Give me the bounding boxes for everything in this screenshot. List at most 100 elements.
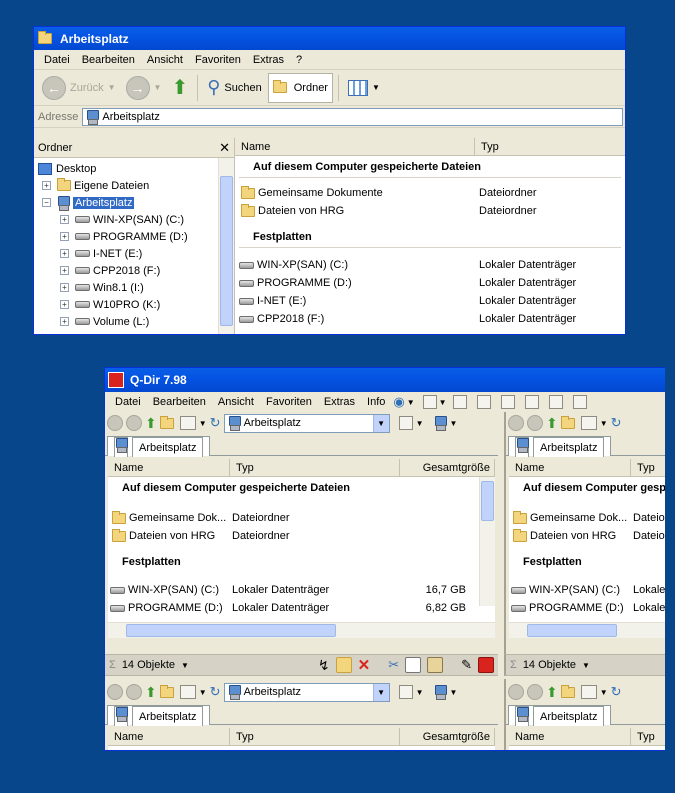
menu-datei[interactable]: Datei	[38, 54, 76, 66]
list-item[interactable]: Dateien von HRG Dateiordner	[235, 202, 625, 220]
column-name[interactable]: Name	[509, 728, 631, 745]
qdir-titlebar[interactable]: Q-Dir 7.98	[105, 368, 665, 392]
menu-extras[interactable]: Extras	[318, 396, 361, 408]
folder-up-icon[interactable]: ⬆	[145, 684, 157, 701]
computer-icon[interactable]	[434, 685, 448, 700]
forward-button[interactable]: → ▼	[122, 73, 166, 103]
layout-grid-icon[interactable]	[422, 395, 437, 409]
list-item[interactable]: WIN-XP(SAN) (C:) Lokaler Datenträger 16,7 …	[108, 581, 495, 599]
forward-icon[interactable]	[126, 684, 142, 700]
folder-up-icon[interactable]: ⬆	[145, 415, 157, 432]
scrollbar-thumb[interactable]	[220, 176, 233, 326]
menu-info[interactable]: Info	[361, 396, 391, 408]
back-button[interactable]: ← Zurück ▼	[38, 73, 120, 103]
collapse-icon[interactable]: −	[42, 198, 51, 207]
chevron-down-icon[interactable]: ▼	[407, 398, 415, 407]
paste-icon[interactable]	[427, 657, 444, 673]
refresh-icon[interactable]: ↻	[611, 415, 622, 431]
views-icon[interactable]	[580, 416, 597, 430]
column-size[interactable]: Gesamtgröße	[400, 459, 495, 476]
close-icon[interactable]: ✕	[219, 140, 230, 156]
tree-item-drive-d[interactable]: + PROGRAMME (D:)	[38, 228, 234, 245]
list-item[interactable]: Gemeinsame Dok... Dateiordner	[108, 509, 495, 527]
tab-arbeitsplatz[interactable]: Arbeitsplatz	[508, 436, 612, 457]
tree-scrollbar[interactable]	[218, 158, 234, 334]
expand-icon[interactable]: +	[60, 249, 69, 258]
list-item[interactable]: PROGRAMME (D:) Lokaler Datenträger	[235, 274, 625, 292]
list-item[interactable]: Dateien von HRG Dateio	[509, 527, 665, 545]
expand-icon[interactable]: +	[42, 181, 51, 190]
chevron-down-icon[interactable]: ▼	[600, 419, 608, 428]
mail-icon[interactable]	[335, 657, 352, 673]
layout-icon[interactable]	[524, 395, 539, 409]
tree-item-drive-e[interactable]: + I-NET (E:)	[38, 245, 234, 262]
tree-item-drive-l[interactable]: + Volume (L:)	[38, 313, 234, 330]
rename-icon[interactable]: ✎	[461, 657, 472, 673]
expand-icon[interactable]: +	[60, 266, 69, 275]
list-item[interactable]: WIN-XP(SAN) (C:) Lokaler Datenträger	[235, 256, 625, 274]
scrollbar-thumb[interactable]	[481, 481, 494, 521]
tree-item-drive-k[interactable]: + W10PRO (K:)	[38, 296, 234, 313]
views-button[interactable]: ▼	[344, 73, 384, 103]
list-item[interactable]: CPP2018 (F:) Lokaler Datenträger	[235, 310, 625, 328]
list-item[interactable]: I-NET (E:) Lokaler Datenträger	[235, 292, 625, 310]
up-button[interactable]: ⬆	[167, 73, 192, 103]
cut-icon[interactable]: ✂	[388, 657, 399, 673]
menu-bearbeiten[interactable]: Bearbeiten	[147, 396, 212, 408]
folder-up-icon[interactable]: ⬆	[546, 684, 558, 701]
column-name[interactable]: Name	[235, 138, 475, 155]
column-name[interactable]: Name	[108, 728, 230, 745]
chevron-down-icon[interactable]: ▼	[416, 688, 424, 697]
layout-icon[interactable]	[500, 395, 515, 409]
views-icon[interactable]	[179, 685, 196, 699]
menu-datei[interactable]: Datei	[109, 396, 147, 408]
chevron-down-icon[interactable]: ▼	[416, 419, 424, 428]
column-typ[interactable]: Typ	[631, 728, 665, 745]
horizontal-scrollbar[interactable]	[108, 622, 495, 638]
expand-icon[interactable]: +	[60, 215, 69, 224]
expand-icon[interactable]: +	[60, 283, 69, 292]
menu-ansicht[interactable]: Ansicht	[212, 396, 260, 408]
chevron-down-icon[interactable]: ▼	[449, 419, 457, 428]
back-icon[interactable]	[107, 415, 123, 431]
explorer-titlebar[interactable]: Arbeitsplatz	[34, 27, 625, 50]
views-icon[interactable]	[580, 685, 597, 699]
column-typ[interactable]: Typ	[230, 459, 400, 476]
menu-favoriten[interactable]: Favoriten	[260, 396, 318, 408]
expand-icon[interactable]: +	[60, 232, 69, 241]
expand-icon[interactable]: +	[60, 317, 69, 326]
delete-icon[interactable]: ✕	[358, 656, 371, 674]
folder-up-icon[interactable]: ⬆	[546, 415, 558, 432]
address-input[interactable]: Arbeitsplatz	[82, 107, 623, 126]
chevron-down-icon[interactable]: ▼	[372, 414, 389, 432]
menu-extras[interactable]: Extras	[247, 54, 290, 66]
back-icon[interactable]	[107, 684, 123, 700]
menu-ansicht[interactable]: Ansicht	[141, 54, 189, 66]
list-item[interactable]: PROGRAMME (D:) Lokaler Datenträger 6,82 GB	[108, 599, 495, 617]
tab-arbeitsplatz[interactable]: Arbeitsplatz	[107, 436, 211, 457]
search-button[interactable]: ⚲ Suchen	[203, 73, 266, 103]
back-icon[interactable]	[508, 684, 524, 700]
scrollbar-thumb[interactable]	[126, 624, 336, 637]
favorites-icon[interactable]	[398, 416, 413, 430]
computer-icon[interactable]	[434, 416, 448, 431]
folder-icon[interactable]	[560, 415, 575, 429]
list-item[interactable]: Gemeinsame Dokumente Dateiordner	[235, 184, 625, 202]
forward-icon[interactable]	[126, 415, 142, 431]
layout-icon[interactable]	[452, 395, 467, 409]
chevron-down-icon[interactable]: ▼	[199, 688, 207, 697]
chevron-down-icon[interactable]: ▼	[437, 398, 449, 407]
chevron-down-icon[interactable]: ▼	[199, 419, 207, 428]
column-typ[interactable]: Typ	[631, 459, 665, 476]
list-item[interactable]: Dateien von HRG Dateiordner	[108, 527, 495, 545]
column-typ[interactable]: Typ	[230, 728, 400, 745]
menu-favoriten[interactable]: Favoriten	[189, 54, 247, 66]
list-item[interactable]: WIN-XP(SAN) (C:) Lokale	[509, 581, 665, 599]
refresh-icon[interactable]: ↻	[210, 684, 221, 700]
forward-icon[interactable]	[527, 415, 543, 431]
tab-arbeitsplatz[interactable]: Arbeitsplatz	[508, 705, 612, 726]
folder-icon[interactable]	[159, 684, 174, 698]
layout-icon[interactable]	[548, 395, 563, 409]
chevron-down-icon[interactable]: ▼	[181, 661, 189, 670]
refresh-icon[interactable]: ↻	[611, 684, 622, 700]
